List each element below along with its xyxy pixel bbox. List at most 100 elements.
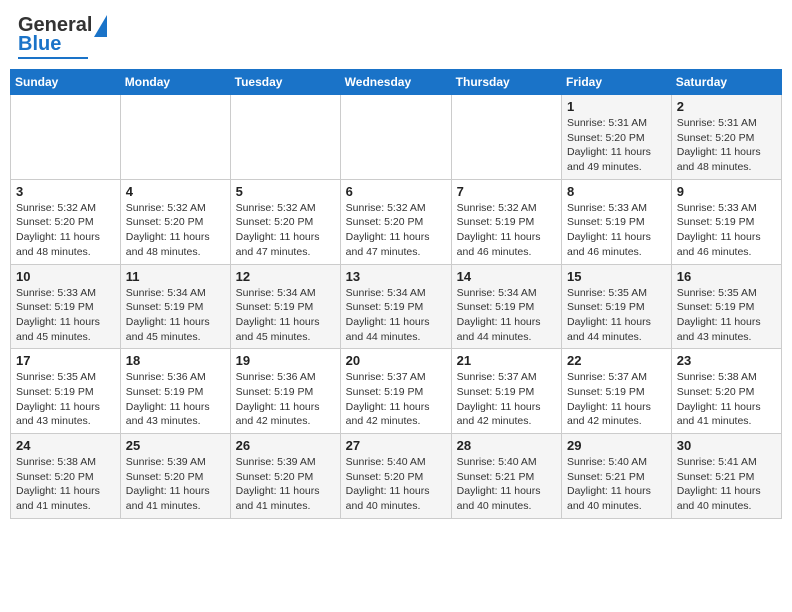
week-row-3: 10 Sunrise: 5:33 AM Sunset: 5:19 PM Dayli…	[11, 264, 782, 349]
calendar-cell: 12 Sunrise: 5:34 AM Sunset: 5:19 PM Dayli…	[230, 264, 340, 349]
day-info: Sunrise: 5:32 AM Sunset: 5:20 PM Dayligh…	[346, 201, 446, 260]
calendar-cell: 1 Sunrise: 5:31 AM Sunset: 5:20 PM Daylig…	[562, 95, 672, 180]
day-info: Sunrise: 5:41 AM Sunset: 5:21 PM Dayligh…	[677, 455, 776, 514]
calendar-cell: 18 Sunrise: 5:36 AM Sunset: 5:19 PM Dayli…	[120, 349, 230, 434]
calendar-cell: 27 Sunrise: 5:40 AM Sunset: 5:20 PM Dayli…	[340, 434, 451, 519]
calendar-cell: 15 Sunrise: 5:35 AM Sunset: 5:19 PM Dayli…	[562, 264, 672, 349]
week-row-5: 24Sunrise: 5:38 AM Sunset: 5:20 PM Dayli…	[11, 434, 782, 519]
week-row-4: 17 Sunrise: 5:35 AM Sunset: 5:19 PM Dayli…	[11, 349, 782, 434]
calendar-cell: 9Sunrise: 5:33 AM Sunset: 5:19 PM Daylig…	[671, 179, 781, 264]
calendar-cell: 23 Sunrise: 5:38 AM Sunset: 5:20 PM Dayli…	[671, 349, 781, 434]
day-number: 16	[677, 269, 776, 284]
day-number: 28	[457, 438, 556, 453]
day-number: 29	[567, 438, 666, 453]
calendar-cell: 29Sunrise: 5:40 AM Sunset: 5:21 PM Dayli…	[562, 434, 672, 519]
weekday-tuesday: Tuesday	[230, 70, 340, 95]
week-row-1: 1 Sunrise: 5:31 AM Sunset: 5:20 PM Daylig…	[11, 95, 782, 180]
day-info: Sunrise: 5:34 AM Sunset: 5:19 PM Dayligh…	[346, 286, 446, 345]
day-info: Sunrise: 5:33 AM Sunset: 5:19 PM Dayligh…	[16, 286, 115, 345]
day-info: Sunrise: 5:32 AM Sunset: 5:20 PM Dayligh…	[16, 201, 115, 260]
day-number: 11	[126, 269, 225, 284]
calendar-cell: 11 Sunrise: 5:34 AM Sunset: 5:19 PM Dayli…	[120, 264, 230, 349]
day-number: 13	[346, 269, 446, 284]
calendar-cell: 5 Sunrise: 5:32 AM Sunset: 5:20 PM Daylig…	[230, 179, 340, 264]
day-number: 25	[126, 438, 225, 453]
calendar-cell: 4 Sunrise: 5:32 AM Sunset: 5:20 PM Daylig…	[120, 179, 230, 264]
calendar-cell: 16 Sunrise: 5:35 AM Sunset: 5:19 PM Dayli…	[671, 264, 781, 349]
calendar-cell: 10 Sunrise: 5:33 AM Sunset: 5:19 PM Dayli…	[11, 264, 121, 349]
weekday-monday: Monday	[120, 70, 230, 95]
day-info: Sunrise: 5:34 AM Sunset: 5:19 PM Dayligh…	[457, 286, 556, 345]
day-info: Sunrise: 5:31 AM Sunset: 5:20 PM Dayligh…	[567, 116, 666, 175]
day-info: Sunrise: 5:36 AM Sunset: 5:19 PM Dayligh…	[236, 370, 335, 429]
day-number: 23	[677, 353, 776, 368]
day-info: Sunrise: 5:38 AM Sunset: 5:20 PM Dayligh…	[677, 370, 776, 429]
day-number: 15	[567, 269, 666, 284]
weekday-sunday: Sunday	[11, 70, 121, 95]
day-number: 12	[236, 269, 335, 284]
calendar-cell: 17 Sunrise: 5:35 AM Sunset: 5:19 PM Dayli…	[11, 349, 121, 434]
day-info: Sunrise: 5:32 AM Sunset: 5:20 PM Dayligh…	[126, 201, 225, 260]
day-number: 27	[346, 438, 446, 453]
weekday-friday: Friday	[562, 70, 672, 95]
weekday-header-row: SundayMondayTuesdayWednesdayThursdayFrid…	[11, 70, 782, 95]
day-info: Sunrise: 5:33 AM Sunset: 5:19 PM Dayligh…	[567, 201, 666, 260]
calendar-cell: 8 Sunrise: 5:33 AM Sunset: 5:19 PM Daylig…	[562, 179, 672, 264]
calendar-cell: 3 Sunrise: 5:32 AM Sunset: 5:20 PM Daylig…	[11, 179, 121, 264]
calendar-cell: 24Sunrise: 5:38 AM Sunset: 5:20 PM Dayli…	[11, 434, 121, 519]
calendar-cell: 21 Sunrise: 5:37 AM Sunset: 5:19 PM Dayli…	[451, 349, 561, 434]
calendar-cell	[230, 95, 340, 180]
day-info: Sunrise: 5:35 AM Sunset: 5:19 PM Dayligh…	[16, 370, 115, 429]
day-number: 10	[16, 269, 115, 284]
day-number: 5	[236, 184, 335, 199]
page-header: General Blue	[10, 10, 782, 63]
day-info: Sunrise: 5:32 AM Sunset: 5:20 PM Dayligh…	[236, 201, 335, 260]
day-number: 18	[126, 353, 225, 368]
calendar-cell	[340, 95, 451, 180]
day-info: Sunrise: 5:36 AM Sunset: 5:19 PM Dayligh…	[126, 370, 225, 429]
day-number: 17	[16, 353, 115, 368]
calendar-cell: 6 Sunrise: 5:32 AM Sunset: 5:20 PM Daylig…	[340, 179, 451, 264]
day-info: Sunrise: 5:39 AM Sunset: 5:20 PM Dayligh…	[126, 455, 225, 514]
day-number: 20	[346, 353, 446, 368]
day-info: Sunrise: 5:32 AM Sunset: 5:19 PM Dayligh…	[457, 201, 556, 260]
day-number: 22	[567, 353, 666, 368]
day-info: Sunrise: 5:37 AM Sunset: 5:19 PM Dayligh…	[457, 370, 556, 429]
day-number: 8	[567, 184, 666, 199]
day-info: Sunrise: 5:33 AM Sunset: 5:19 PM Dayligh…	[677, 201, 776, 260]
day-number: 14	[457, 269, 556, 284]
day-info: Sunrise: 5:37 AM Sunset: 5:19 PM Dayligh…	[346, 370, 446, 429]
day-info: Sunrise: 5:34 AM Sunset: 5:19 PM Dayligh…	[126, 286, 225, 345]
weekday-saturday: Saturday	[671, 70, 781, 95]
weekday-thursday: Thursday	[451, 70, 561, 95]
day-number: 4	[126, 184, 225, 199]
day-number: 3	[16, 184, 115, 199]
day-number: 1	[567, 99, 666, 114]
day-info: Sunrise: 5:31 AM Sunset: 5:20 PM Dayligh…	[677, 116, 776, 175]
calendar-cell: 30 Sunrise: 5:41 AM Sunset: 5:21 PM Dayli…	[671, 434, 781, 519]
day-info: Sunrise: 5:35 AM Sunset: 5:19 PM Dayligh…	[567, 286, 666, 345]
day-number: 19	[236, 353, 335, 368]
day-info: Sunrise: 5:39 AM Sunset: 5:20 PM Dayligh…	[236, 455, 335, 514]
day-number: 30	[677, 438, 776, 453]
calendar-cell: 26 Sunrise: 5:39 AM Sunset: 5:20 PM Dayli…	[230, 434, 340, 519]
calendar-cell: 13 Sunrise: 5:34 AM Sunset: 5:19 PM Dayli…	[340, 264, 451, 349]
calendar-cell	[451, 95, 561, 180]
day-number: 21	[457, 353, 556, 368]
day-number: 6	[346, 184, 446, 199]
day-number: 24	[16, 438, 115, 453]
day-number: 26	[236, 438, 335, 453]
logo: General Blue	[18, 14, 107, 59]
week-row-2: 3 Sunrise: 5:32 AM Sunset: 5:20 PM Daylig…	[11, 179, 782, 264]
day-info: Sunrise: 5:34 AM Sunset: 5:19 PM Dayligh…	[236, 286, 335, 345]
day-info: Sunrise: 5:35 AM Sunset: 5:19 PM Dayligh…	[677, 286, 776, 345]
calendar-table: SundayMondayTuesdayWednesdayThursdayFrid…	[10, 69, 782, 519]
calendar-cell: 25 Sunrise: 5:39 AM Sunset: 5:20 PM Dayli…	[120, 434, 230, 519]
calendar-cell: 28 Sunrise: 5:40 AM Sunset: 5:21 PM Dayli…	[451, 434, 561, 519]
calendar-cell: 22Sunrise: 5:37 AM Sunset: 5:19 PM Dayli…	[562, 349, 672, 434]
day-info: Sunrise: 5:40 AM Sunset: 5:20 PM Dayligh…	[346, 455, 446, 514]
day-number: 2	[677, 99, 776, 114]
calendar-cell	[120, 95, 230, 180]
day-info: Sunrise: 5:40 AM Sunset: 5:21 PM Dayligh…	[457, 455, 556, 514]
calendar-cell: 7Sunrise: 5:32 AM Sunset: 5:19 PM Daylig…	[451, 179, 561, 264]
